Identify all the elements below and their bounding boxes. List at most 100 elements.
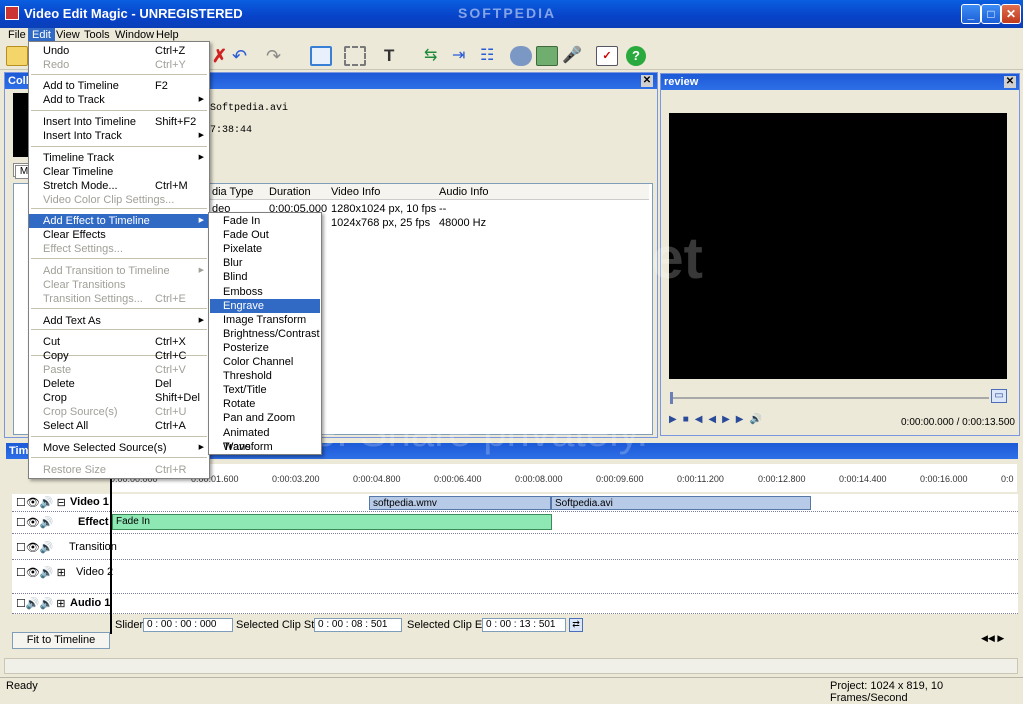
menu-item-add-effect-to-timeline[interactable]: Add Effect to Timeline ▶ (29, 214, 209, 228)
effect-item-color-channel[interactable]: Color Channel (210, 355, 320, 369)
track-controls[interactable]: ☐👁🔊 ⊟ (16, 496, 66, 509)
menu-item-select-all[interactable]: Select All Ctrl+A (29, 419, 209, 433)
clip-softpedia-avi[interactable]: Softpedia.avi (551, 496, 811, 510)
menu-item-cut[interactable]: Cut Ctrl+X (29, 335, 209, 349)
text-icon[interactable]: T (384, 46, 406, 66)
effect-item-animated-transform[interactable]: Animated Transform (210, 426, 320, 453)
menu-item-insert-into-timeline[interactable]: Insert Into Timeline Shift+F2 (29, 115, 209, 129)
microphone-icon[interactable]: 🎤 (562, 46, 584, 66)
col-audio-info[interactable]: Audio Info (439, 186, 489, 198)
menu-item-clear-timeline[interactable]: Clear Timeline (29, 165, 209, 179)
delete-icon[interactable]: ✗ (212, 46, 234, 66)
effect-item-blind[interactable]: Blind (210, 270, 320, 284)
menu-item-clear-transitions[interactable]: Clear Transitions (29, 278, 209, 292)
menu-item-transition-settings[interactable]: Transition Settings... Ctrl+E (29, 292, 209, 306)
undo-icon[interactable]: ↶ (232, 46, 254, 66)
track-controls[interactable]: ☐👁🔊 (16, 516, 54, 529)
effect-item-wave[interactable]: Wave (210, 440, 320, 454)
menu-item-label: Effect Settings... (43, 243, 123, 255)
effect-item-fade-out[interactable]: Fade Out (210, 228, 320, 242)
preview-seek-handle[interactable] (670, 392, 673, 404)
timeline-ruler[interactable]: 0:00:00.000 0:00:01.600 0:00:03.200 0:00:04… (110, 464, 1017, 492)
effect-item-emboss[interactable]: Emboss (210, 285, 320, 299)
col-duration[interactable]: Duration (269, 186, 311, 198)
redo-icon[interactable]: ↷ (266, 46, 288, 66)
menu-item-delete[interactable]: Delete Del (29, 377, 209, 391)
transport-controls[interactable]: ▶■◀◀▶▶🔊 (669, 414, 768, 428)
track-video1[interactable]: ☐👁🔊 ⊟ Video 1 softpedia.wmv Softpedia.av… (12, 494, 1018, 512)
menu-item-stretch-mode[interactable]: Stretch Mode... Ctrl+M (29, 179, 209, 193)
effect-item-blur[interactable]: Blur (210, 256, 320, 270)
effect-item-posterize[interactable]: Posterize (210, 341, 320, 355)
zoom-controls[interactable]: ◀◀ ▶ (981, 633, 1017, 647)
menu-help[interactable]: Help (152, 28, 183, 42)
crop-icon[interactable] (344, 46, 366, 66)
effect-item-rotate[interactable]: Rotate (210, 397, 320, 411)
menu-item-move-selected-source-s[interactable]: Move Selected Source(s) ▶ (29, 441, 209, 455)
menu-item-restore-size[interactable]: Restore Size Ctrl+R (29, 463, 209, 477)
track-controls[interactable]: ☐🔊🔊 ⊞ (16, 597, 66, 610)
menu-item-add-to-timeline[interactable]: Add to Timeline F2 (29, 79, 209, 93)
track-video2[interactable]: ☐👁🔊 ⊞ Video 2 (12, 560, 1018, 594)
menu-item-clear-effects[interactable]: Clear Effects (29, 228, 209, 242)
menu-item-copy[interactable]: Copy Ctrl+C (29, 349, 209, 363)
track-effect[interactable]: ☐👁🔊 Effect Fade In (12, 512, 1018, 534)
menu-item-paste[interactable]: Paste Ctrl+V (29, 363, 209, 377)
menu-item-undo[interactable]: Undo Ctrl+Z (29, 44, 209, 58)
help-icon[interactable]: ? (626, 46, 646, 66)
playhead[interactable] (110, 464, 112, 634)
menu-file[interactable]: File (4, 28, 30, 42)
effect-item-threshold[interactable]: Threshold (210, 369, 320, 383)
menu-item-add-to-track[interactable]: Add to Track ▶ (29, 93, 209, 107)
col-media-type[interactable]: dia Type (212, 186, 253, 198)
horizontal-scrollbar[interactable] (4, 658, 1018, 674)
capture-icon[interactable] (510, 46, 532, 66)
effect-item-engrave[interactable]: Engrave (210, 298, 320, 313)
collection-close-icon[interactable]: ✕ (641, 75, 653, 87)
clip-end-field[interactable]: 0 : 00 : 13 : 501 (482, 618, 566, 632)
track-icon[interactable]: ☷ (480, 46, 502, 66)
checklist-icon[interactable]: ✓ (596, 46, 618, 66)
minimize-button[interactable]: _ (961, 4, 981, 24)
menu-separator (31, 457, 207, 458)
slider-field[interactable]: 0 : 00 : 00 : 000 (143, 618, 233, 632)
menu-item-crop[interactable]: Crop Shift+Del (29, 391, 209, 405)
menu-item-insert-into-track[interactable]: Insert Into Track ▶ (29, 129, 209, 143)
menu-item-add-text-as[interactable]: Add Text As ▶ (29, 314, 209, 328)
add-clip-icon[interactable] (310, 46, 332, 66)
open-icon[interactable] (6, 46, 28, 66)
fit-to-timeline-button[interactable]: Fit to Timeline (12, 632, 110, 649)
track-controls[interactable]: ☐👁🔊 (16, 541, 54, 554)
menu-item-video-color-clip-settings[interactable]: Video Color Clip Settings... (29, 193, 209, 207)
track-controls[interactable]: ☐👁🔊 ⊞ (16, 566, 66, 579)
track-audio1[interactable]: ☐🔊🔊 ⊞ Audio 1 (12, 594, 1018, 614)
effect-item-text-title[interactable]: Text/Title (210, 383, 320, 397)
menu-item-timeline-track[interactable]: Timeline Track ▶ (29, 151, 209, 165)
effect-item-image-transform[interactable]: Image Transform (210, 313, 320, 327)
clip-fade-in[interactable]: Fade In (112, 514, 552, 530)
menu-item-effect-settings[interactable]: Effect Settings... (29, 242, 209, 256)
track-transition[interactable]: ☐👁🔊 Transition (12, 534, 1018, 560)
menu-edit[interactable]: Edit (28, 28, 55, 42)
fullscreen-icon[interactable]: ▭ (991, 389, 1007, 403)
effect-item-brightness-contrast[interactable]: Brightness/Contrast (210, 327, 320, 341)
effect-item-fade-in[interactable]: Fade In (210, 214, 320, 228)
effect-item-pixelate[interactable]: Pixelate (210, 242, 320, 256)
maximize-button[interactable]: □ (981, 4, 1001, 24)
split-icon[interactable]: ⇆ (424, 46, 446, 66)
apply-icon[interactable]: ⇄ (569, 618, 583, 632)
menu-item-add-transition-to-timeline[interactable]: Add Transition to Timeline ▶ (29, 264, 209, 278)
preview-seek-bar[interactable] (671, 397, 989, 399)
close-button[interactable]: ✕ (1001, 4, 1021, 24)
col-video-info[interactable]: Video Info (331, 186, 380, 198)
clip-softpedia-wmv[interactable]: softpedia.wmv (369, 496, 551, 510)
menu-item-crop-source-s[interactable]: Crop Source(s) Ctrl+U (29, 405, 209, 419)
effect-item-pan-and-zoom[interactable]: Pan and Zoom (210, 411, 320, 425)
clip-start-field[interactable]: 0 : 00 : 08 : 501 (314, 618, 402, 632)
trim-icon[interactable]: ⇥ (452, 46, 474, 66)
preview-close-icon[interactable]: ✕ (1004, 76, 1016, 88)
menu-tools[interactable]: Tools (80, 28, 114, 42)
menu-item-redo[interactable]: Redo Ctrl+Y (29, 58, 209, 72)
menu-view[interactable]: View (52, 28, 84, 42)
image-icon[interactable] (536, 46, 558, 66)
